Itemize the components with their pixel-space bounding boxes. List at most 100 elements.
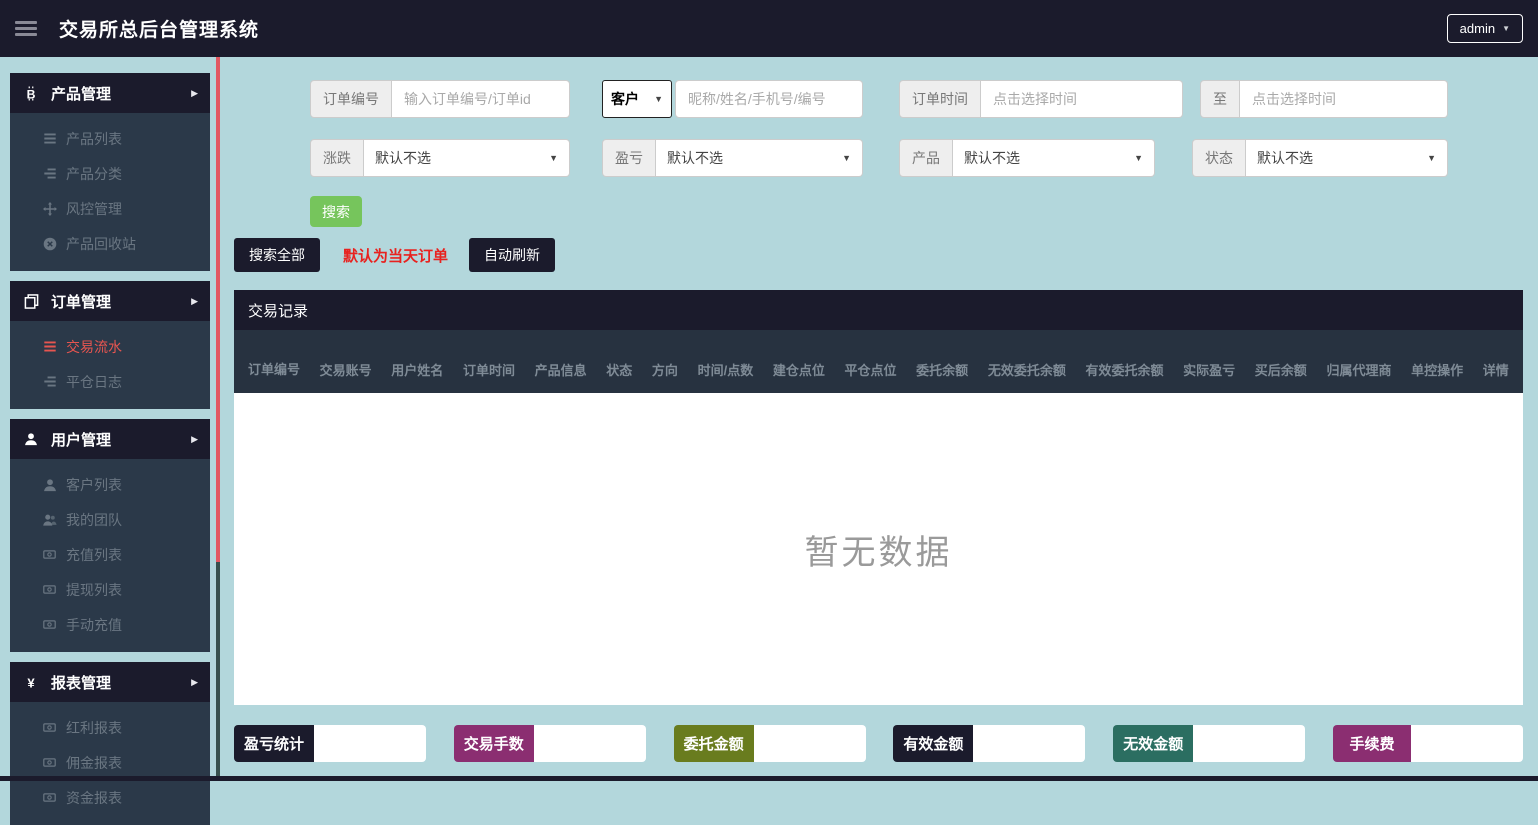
empty-state: 暂无数据 — [804, 533, 953, 572]
column-header: 订单编号 — [248, 362, 301, 378]
filter-label-product: 产品 — [899, 139, 953, 177]
filter-select-updown[interactable]: 默认不选 ▼ — [364, 139, 570, 177]
stat-valid-amount: 有效金额 — [893, 725, 1086, 762]
filter-group-time-start: 订单时间 — [899, 80, 1183, 118]
banknote-icon — [42, 756, 57, 769]
column-header: 无效委托余额 — [987, 363, 1066, 378]
auto-refresh-button[interactable]: 自动刷新 — [469, 238, 556, 272]
filter-input-time-end[interactable] — [1240, 80, 1448, 118]
user-icon — [42, 478, 57, 492]
sidebar-submenu: 交易流水 平仓日志 — [10, 321, 210, 409]
sidebar-item-bonus-report[interactable]: 红利报表 — [10, 710, 210, 745]
sidebar-item-recharge-list[interactable]: 充值列表 — [10, 537, 210, 572]
sidebar-group-header[interactable]: 订单管理 ▶ — [10, 281, 210, 321]
filter-select-customer[interactable]: 客户 ▼ — [602, 80, 672, 118]
admin-menu-button[interactable]: admin ▼ — [1446, 14, 1523, 43]
caret-down-icon: ▼ — [654, 94, 663, 104]
sidebar-submenu: 客户列表 我的团队充值列表提现列表手动充值 — [10, 459, 210, 652]
sidebar-item-trade-flow[interactable]: 交易流水 — [10, 329, 210, 364]
sidebar-item-fund-report[interactable]: 资金报表 — [10, 780, 210, 815]
filter-group-time-end: 至 — [1200, 80, 1448, 118]
default-today-note: 默认为当天订单 — [343, 247, 449, 265]
list-icon — [42, 340, 57, 353]
column-header: 时间/点数 — [697, 363, 754, 378]
stat-label: 手续费 — [1332, 725, 1411, 762]
chevron-right-icon: ▶ — [191, 87, 198, 98]
table-title: 交易记录 — [234, 290, 1523, 330]
sidebar-group: 用户管理 ▶ 客户列表 我的团队 充值列表 提现列表 手动充值 — [10, 419, 210, 652]
caret-down-icon: ▼ — [549, 153, 558, 163]
footer-bar — [0, 776, 1538, 781]
sidebar-item-withdraw-list[interactable]: 提现列表 — [10, 572, 210, 607]
sidebar-item-label: 资金报表 — [66, 789, 122, 806]
filter-input-time-start[interactable] — [981, 80, 1183, 118]
filter-group-product: 产品 默认不选 ▼ — [899, 139, 1155, 177]
sidebar-item-product-recycle[interactable]: 产品回收站 — [10, 226, 210, 261]
column-header: 方向 — [651, 363, 678, 378]
sidebar-item-my-team[interactable]: 我的团队 — [10, 502, 210, 537]
filter-label-profit: 盈亏 — [602, 139, 656, 177]
search-button[interactable]: 搜索 — [310, 196, 362, 227]
stat-value — [533, 725, 646, 762]
main-content: 订单编号客户▼订单时间至 涨跌默认不选▼盈亏默认不选▼产品默认不选▼状态默认不选… — [234, 57, 1523, 762]
sidebar-item-customer-list[interactable]: 客户列表 — [10, 467, 210, 502]
sidebar-group-header[interactable]: 用户管理 ▶ — [10, 419, 210, 459]
chevron-right-icon: ▶ — [191, 433, 198, 444]
list-indent-icon — [42, 167, 57, 180]
sidebar-submenu: 红利报表 佣金报表资金报表 — [10, 702, 210, 825]
filter-input-customer[interactable] — [675, 80, 863, 118]
search-all-button[interactable]: 搜索全部 — [234, 238, 320, 272]
circle-x-icon — [42, 237, 57, 251]
sidebar-group-header[interactable]: ¥ 报表管理 ▶ — [10, 662, 210, 702]
bitcoin-icon: B — [22, 86, 40, 101]
sidebar-item-close-log[interactable]: 平仓日志 — [10, 364, 210, 399]
sidebar-scrollbar-thumb[interactable] — [216, 57, 220, 562]
arrows-icon — [42, 201, 57, 216]
filter-group-updown: 涨跌 默认不选 ▼ — [310, 139, 570, 177]
filter-label-order-no: 订单编号 — [310, 80, 392, 118]
stats-row: 盈亏统计 交易手数 委托金额 有效金额 无效金额 手续费 — [234, 725, 1523, 762]
filter-row-2: 涨跌 默认不选 ▼ 盈亏 默认不选 ▼ 产品 默认不选 ▼ 状态 默认不选 ▼ — [234, 139, 1523, 177]
sidebar-item-product-category[interactable]: 产品分类 — [10, 156, 210, 191]
yen-icon: ¥ — [22, 675, 40, 690]
filter-label-time-end: 至 — [1200, 80, 1240, 118]
table-column-header: 订单编号 交易账号 用户姓名 订单时间 产品信息 状态 方向 时间/点数 建仓点位 平仓点位 委托余… — [234, 330, 1523, 393]
table-panel: 交易记录 订单编号 交易账号 用户姓名 订单时间 产品信息 状态 方向 时间/点数 建仓点位 平仓… — [234, 290, 1523, 705]
stat-fee: 手续费 — [1332, 725, 1523, 762]
stat-value — [1410, 725, 1523, 762]
sidebar-item-risk-control[interactable]: 风控管理 — [10, 191, 210, 226]
sidebar-item-label: 手动充值 — [66, 616, 122, 633]
filter-select-product[interactable]: 默认不选 ▼ — [953, 139, 1155, 177]
filter-select-profit[interactable]: 默认不选 ▼ — [656, 139, 863, 177]
list-icon — [42, 132, 57, 145]
caret-down-icon: ▼ — [842, 153, 851, 163]
sidebar-item-label: 充值列表 — [66, 546, 122, 563]
filter-input-order-no[interactable] — [392, 80, 570, 118]
sidebar-item-manual-recharge[interactable]: 手动充值 — [10, 607, 210, 642]
stat-label: 交易手数 — [453, 725, 534, 762]
banknote-icon — [42, 791, 57, 804]
sidebar-item-commission-report[interactable]: 佣金报表 — [10, 745, 210, 780]
column-header: 交易账号 — [319, 363, 372, 378]
column-header: 建仓点位 — [772, 363, 825, 378]
hamburger-icon[interactable] — [15, 21, 37, 36]
stat-trade-lots: 交易手数 — [453, 725, 646, 762]
toolbar: 搜索全部 默认为当天订单 自动刷新 — [234, 238, 1523, 272]
sidebar-group-header[interactable]: B 产品管理 ▶ — [10, 73, 210, 113]
svg-text:¥: ¥ — [27, 675, 35, 690]
filter-group-customer: 客户 ▼ — [602, 80, 863, 118]
sidebar-item-label: 风控管理 — [66, 200, 122, 217]
sidebar-submenu: 产品列表产品分类风控管理产品回收站 — [10, 113, 210, 271]
sidebar-group-label: 订单管理 — [51, 293, 112, 311]
caret-down-icon: ▼ — [1427, 153, 1436, 163]
sidebar-group-label: 产品管理 — [51, 85, 112, 103]
column-header: 买后余额 — [1254, 363, 1307, 378]
sidebar-item-label: 产品分类 — [66, 165, 122, 182]
column-header: 详情 — [1482, 363, 1509, 378]
column-header: 产品信息 — [534, 363, 587, 378]
chevron-right-icon: ▶ — [191, 295, 198, 306]
filter-select-status[interactable]: 默认不选 ▼ — [1246, 139, 1448, 177]
sidebar: B 产品管理 ▶ 产品列表产品分类风控管理产品回收站订单管理 ▶ 交易流水 平仓日志用户管理… — [10, 73, 210, 825]
sidebar-item-product-list[interactable]: 产品列表 — [10, 121, 210, 156]
list-indent-icon — [42, 375, 57, 388]
